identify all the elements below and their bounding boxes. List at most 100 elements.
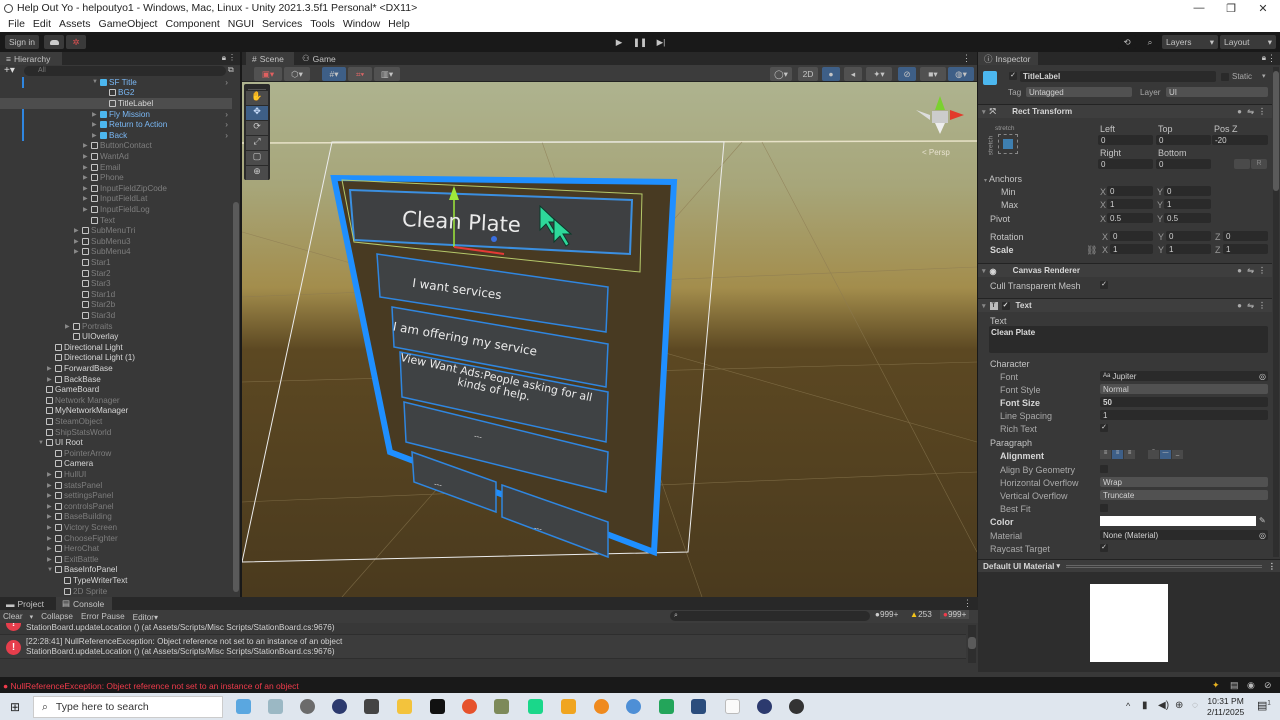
tab-console[interactable]: ▤ Console [56, 597, 112, 610]
add-object-button[interactable]: +▾ [4, 65, 15, 76]
expand-right-icon[interactable]: ▶ [83, 195, 91, 202]
presets-icon[interactable]: ⇋ [1247, 301, 1254, 310]
align-left-button[interactable]: ≡ [1100, 450, 1111, 459]
kebab-menu-icon[interactable]: ⋮ [1258, 301, 1266, 310]
hierarchy-item[interactable]: ▼ SF Title › [0, 77, 232, 88]
top-input[interactable]: 0 [1156, 135, 1211, 145]
blueprint-mode-button[interactable] [1234, 159, 1250, 169]
hierarchy-item[interactable]: ▶ InputFieldLat [0, 194, 232, 205]
console-scrollbar[interactable] [968, 625, 976, 663]
font-field[interactable]: Aa Jupiter ◎ [1100, 371, 1268, 381]
align-geometry-checkbox[interactable] [1100, 465, 1108, 473]
static-checkbox[interactable] [1221, 73, 1229, 81]
expand-right-icon[interactable]: ▶ [74, 248, 82, 255]
console-search-input[interactable]: ⌕ [670, 611, 870, 621]
hierarchy-item[interactable]: ▶ InputFieldZipCode [0, 183, 232, 194]
static-dropdown-icon[interactable]: ▾ [1262, 72, 1266, 80]
hierarchy-item[interactable]: ▶ BackBase [0, 374, 232, 385]
hierarchy-item[interactable]: ▶ Victory Screen [0, 522, 232, 533]
taskbar-app-icon[interactable] [236, 699, 251, 714]
taskbar-app-icon[interactable] [626, 699, 641, 714]
align-middle-button[interactable]: — [1160, 450, 1171, 459]
taskbar-app-icon[interactable] [691, 699, 706, 714]
minimize-button[interactable]: — [1182, 0, 1216, 16]
hierarchy-item[interactable]: ▶ Email [0, 162, 232, 173]
rotation-z-input[interactable]: 0 [1223, 231, 1268, 241]
expand-right-icon[interactable]: ▶ [83, 185, 91, 192]
hierarchy-item[interactable]: TypeWriterText [0, 575, 232, 586]
hierarchy-item[interactable]: ShipStatsWorld [0, 427, 232, 438]
search-button[interactable]: ⌕ [1141, 35, 1159, 49]
expand-right-icon[interactable]: ▶ [47, 365, 55, 372]
rich-text-checkbox[interactable]: ✓ [1100, 424, 1108, 432]
align-button[interactable]: ▥▾ [374, 67, 400, 81]
menu-gameobject[interactable]: GameObject [95, 18, 162, 30]
gizmos-dropdown[interactable]: ◍▾ [948, 67, 974, 81]
eyedropper-icon[interactable]: ✎ [1259, 516, 1266, 525]
hierarchy-item[interactable]: Text [0, 215, 232, 226]
layer-dropdown[interactable]: UI [1166, 87, 1268, 97]
h-overflow-dropdown[interactable]: Wrap [1100, 477, 1268, 487]
scale-z-input[interactable]: 1 [1223, 244, 1268, 254]
menu-tools[interactable]: Tools [306, 18, 339, 30]
inspector-scrollbar[interactable] [1273, 67, 1279, 557]
menu-services[interactable]: Services [258, 18, 306, 30]
presets-icon[interactable]: ⇋ [1247, 266, 1254, 275]
best-fit-checkbox[interactable] [1100, 504, 1108, 512]
hierarchy-item[interactable]: GameBoard [0, 384, 232, 395]
expand-down-icon[interactable]: ▼ [92, 79, 100, 85]
scrollbar-thumb[interactable] [968, 637, 976, 649]
expand-right-icon[interactable]: ▶ [74, 227, 82, 234]
font-style-dropdown[interactable]: Normal [1100, 384, 1268, 394]
hierarchy-item[interactable]: Star3d [0, 310, 232, 321]
pause-button[interactable]: ❚❚ [631, 35, 649, 49]
hierarchy-item[interactable]: TitleLabel [0, 98, 232, 109]
raycast-checkbox[interactable]: ✓ [1100, 544, 1108, 552]
expand-right-icon[interactable]: ▶ [65, 323, 73, 330]
hierarchy-item[interactable]: ▶ settingsPanel [0, 490, 232, 501]
hierarchy-item[interactable]: ▶ ExitBattle [0, 554, 232, 565]
hierarchy-item[interactable]: ▶ HullUI [0, 469, 232, 480]
hierarchy-item[interactable]: Camera [0, 459, 232, 470]
pivot-y-input[interactable]: 0.5 [1164, 213, 1211, 223]
hierarchy-item[interactable]: ▶ ChooseFighter [0, 533, 232, 544]
anchor-min-y-input[interactable]: 0 [1164, 186, 1211, 196]
expand-right-icon[interactable]: ▶ [83, 206, 91, 213]
hierarchy-item[interactable]: Directional Light (1) [0, 353, 232, 364]
collapse-button[interactable]: Collapse [37, 612, 77, 621]
increment-snap-button[interactable]: ⌗▾ [348, 67, 372, 81]
cull-checkbox[interactable]: ✓ [1100, 281, 1108, 289]
hierarchy-item[interactable]: ▶ SubMenu3 [0, 236, 232, 247]
eclipse-taskbar-icon[interactable] [332, 699, 347, 714]
expand-right-icon[interactable]: ▶ [47, 556, 55, 563]
transform-tool-button[interactable]: ⊕ [246, 166, 268, 180]
object-picker-icon[interactable]: ◎ [1259, 372, 1266, 381]
hierarchy-item[interactable]: Star1d [0, 289, 232, 300]
hierarchy-item[interactable]: UIOverlay [0, 331, 232, 342]
hierarchy-item[interactable]: ▶ ForwardBase [0, 363, 232, 374]
taskbar-app-icon[interactable] [659, 699, 674, 714]
kebab-menu-icon[interactable]: ⋮ [963, 598, 972, 609]
align-top-button[interactable]: ‾ [1148, 450, 1159, 459]
unity-taskbar-icon[interactable] [789, 699, 804, 714]
camera-mode-dropdown[interactable]: ◯▾ [770, 67, 792, 81]
hierarchy-item[interactable]: ▶ ButtonContact [0, 141, 232, 152]
expand-right-icon[interactable]: ▶ [47, 535, 55, 542]
microphone-icon[interactable]: ▮ [1142, 700, 1148, 711]
expand-right-icon[interactable]: ▶ [83, 153, 91, 160]
expand-right-icon[interactable]: ▶ [47, 482, 55, 489]
console-entry[interactable]: ! [22:28:41] NullReferenceException: Obje… [0, 635, 966, 659]
text-component-header[interactable]: ▾ T ✓ Text ● ⇋ ⋮ [978, 298, 1272, 312]
hierarchy-item[interactable]: ▶ controlsPanel [0, 501, 232, 512]
tab-scene[interactable]: # Scene [246, 52, 294, 65]
eclipse-taskbar-icon[interactable] [757, 699, 772, 714]
layout-dropdown[interactable]: Layout ▾ [1220, 35, 1276, 49]
taskbar-app-icon[interactable] [528, 699, 543, 714]
scene-visibility-icon[interactable]: ⧉ [228, 65, 234, 75]
kebab-menu-icon[interactable]: ⋮ [1267, 53, 1276, 64]
console-entry[interactable]: ! StationBoard.updateLocation () (at Asse… [0, 623, 966, 635]
open-prefab-icon[interactable]: › [225, 110, 228, 119]
close-button[interactable]: ✕ [1246, 0, 1280, 16]
hierarchy-item[interactable]: Network Manager [0, 395, 232, 406]
hierarchy-item[interactable]: SteamObject [0, 416, 232, 427]
